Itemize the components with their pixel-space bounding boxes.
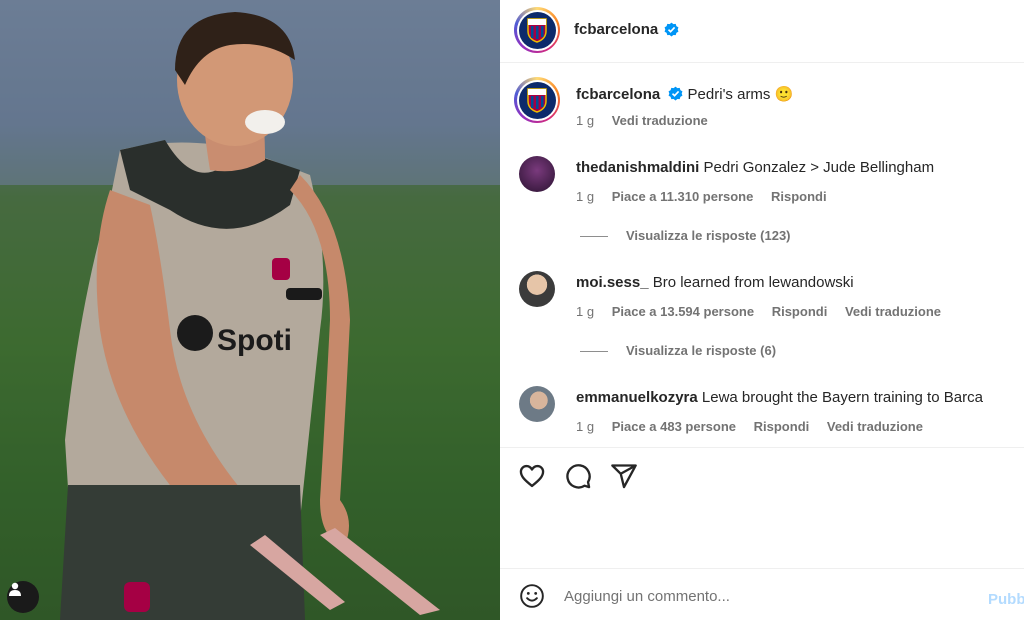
player-photo-illustration: Spoti	[0, 0, 500, 620]
caption-username[interactable]: fcbarcelona	[576, 86, 660, 103]
comment-text: Pedri Gonzalez > Jude Bellingham	[703, 159, 935, 176]
caption-text: Pedri's arms 🙂	[687, 86, 794, 103]
comment-age[interactable]: 1 g	[576, 304, 594, 319]
comment-age[interactable]: 1 g	[576, 189, 594, 204]
comment-username[interactable]: thedanishmaldini	[576, 159, 699, 176]
comment-username[interactable]: moi.sess_	[576, 274, 649, 291]
comment-input[interactable]	[562, 583, 966, 609]
view-replies-label: Visualizza le risposte (123)	[626, 228, 791, 243]
comment-translate-link[interactable]: Vedi traduzione	[845, 304, 941, 319]
view-replies-button[interactable]: Visualizza le risposte (123)	[580, 228, 791, 243]
fcb-crest-icon	[527, 88, 547, 113]
user-tag-button[interactable]	[7, 581, 39, 613]
comments-divider	[500, 447, 1024, 448]
publish-button[interactable]: Pubb	[988, 591, 1024, 608]
reply-button[interactable]: Rispondi	[771, 189, 827, 204]
share-icon[interactable]	[610, 462, 638, 490]
reply-button[interactable]: Rispondi	[754, 419, 810, 434]
reply-button[interactable]: Rispondi	[772, 304, 828, 319]
comment-avatar[interactable]	[519, 271, 555, 307]
comment-icon[interactable]	[564, 462, 592, 490]
comment-likes[interactable]: Piace a 11.310 persone	[612, 189, 754, 204]
heart-icon[interactable]	[518, 462, 546, 490]
fcb-crest-icon	[527, 18, 547, 43]
comment-likes[interactable]: Piace a 483 persone	[612, 419, 736, 434]
sponsor-logo-text: Spoti	[217, 324, 292, 357]
comment-composer: Pubb	[500, 568, 1024, 621]
emoji-icon[interactable]	[519, 583, 545, 609]
comment-text: Lewa brought the Bayern training to Barc…	[701, 389, 983, 406]
comment-avatar[interactable]	[519, 386, 555, 422]
post-photo[interactable]: Spoti	[0, 0, 500, 620]
comment-translate-link[interactable]: Vedi traduzione	[827, 419, 923, 434]
post-details-panel: fcbarcelona fcbarcelona Pedri's arms 🙂 1…	[500, 0, 1024, 620]
user-tag-icon	[9, 582, 21, 596]
caption-age[interactable]: 1 g	[576, 113, 594, 128]
view-replies-label: Visualizza le risposte (6)	[626, 343, 777, 358]
comment-likes[interactable]: Piace a 13.594 persone	[612, 304, 754, 319]
comment-username[interactable]: emmanuelkozyra	[576, 389, 698, 406]
caption-avatar[interactable]	[514, 77, 560, 123]
post-actions	[500, 462, 1024, 496]
verified-badge-icon	[668, 86, 683, 101]
view-replies-button[interactable]: Visualizza le risposte (6)	[580, 343, 776, 358]
caption-translate-link[interactable]: Vedi traduzione	[612, 113, 708, 128]
author-username[interactable]: fcbarcelona	[574, 21, 658, 38]
comment-age[interactable]: 1 g	[576, 419, 594, 434]
comment-text: Bro learned from lewandowski	[652, 274, 854, 291]
verified-badge-icon	[664, 22, 679, 37]
post-header: fcbarcelona	[500, 0, 1024, 63]
author-avatar[interactable]	[514, 7, 560, 53]
replies-divider	[580, 351, 608, 353]
comment-avatar[interactable]	[519, 156, 555, 192]
replies-divider	[580, 236, 608, 238]
